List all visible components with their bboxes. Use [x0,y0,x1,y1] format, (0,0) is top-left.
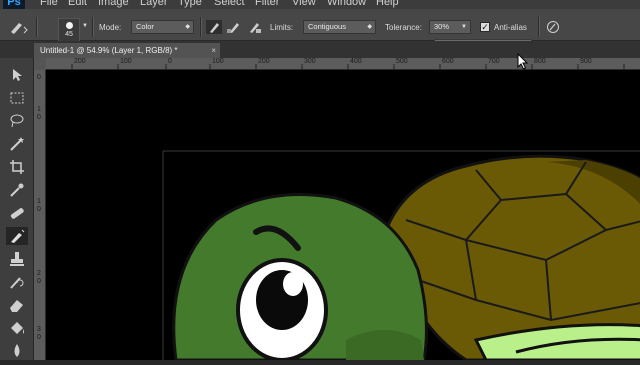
mode-value: Color [136,22,154,31]
magic-wand-icon [10,137,24,151]
ruler-ticks [71,64,625,70]
crop-icon [10,160,24,174]
tolerance-label: Tolerance: [385,23,422,32]
ruler-label: 3 [37,326,41,333]
tools-panel [0,58,34,360]
chevron-down-icon: ▼ [461,24,467,30]
drop-icon [14,344,20,357]
paint-bucket-icon [11,322,24,334]
pressure-size-icon[interactable] [545,20,561,34]
menu-edit[interactable]: Edit [68,0,87,9]
limits-dropdown[interactable]: Contiguous ◆ [303,20,376,34]
menu-image[interactable]: Image [98,0,129,9]
document-tab[interactable]: Untitled-1 @ 54.9% (Layer 1, RGB/8) * × [34,43,220,58]
ruler-label: 0 [37,334,41,341]
eraser-tool[interactable] [6,296,28,314]
move-icon [13,69,22,81]
menu-help[interactable]: Help [376,0,399,9]
stamp-icon [10,252,24,266]
move-tool[interactable] [6,66,28,84]
quick-selection-tool[interactable] [6,135,28,153]
canvas[interactable] [46,70,640,360]
limits-label: Limits: [270,23,294,32]
menu-window[interactable]: Window [327,0,366,9]
ruler-label: 0 [37,114,41,121]
sampling-background-swatch-icon[interactable] [246,20,262,34]
antialias-label: Anti-alias [494,23,527,32]
sampling-once-icon[interactable] [226,20,242,34]
ruler-label: 2 [37,270,41,277]
marquee-tool[interactable] [6,89,28,107]
menu-layer[interactable]: Layer [140,0,168,9]
sampling-continuous-icon[interactable] [206,20,222,34]
tolerance-value: 30% [434,22,450,31]
tolerance-input[interactable]: 30% ▼ [429,20,471,34]
photoshop-logo: Ps [3,0,25,9]
eraser-icon [10,300,23,312]
options-bar: 45 ▼ Mode: Color ◆ Limits: Contiguous ◆ … [0,9,640,42]
paint-bucket-tool[interactable] [6,319,28,337]
brush-picker-arrow-icon[interactable]: ▼ [82,23,88,29]
eyedropper-tool[interactable] [6,181,28,199]
clone-stamp-tool[interactable] [6,250,28,268]
chevron-down-icon: ◆ [367,24,372,30]
color-replacement-tool-icon[interactable] [8,19,30,35]
brush-size-value: 45 [65,31,73,38]
ruler-label: 0 [37,206,41,213]
mouse-cursor-icon [517,53,529,70]
menu-filter[interactable]: Filter [255,0,279,9]
close-icon[interactable]: × [211,43,216,58]
ruler-origin[interactable] [34,58,46,70]
turtle-head [172,193,428,360]
bandage-icon [10,208,24,219]
menu-type[interactable]: Type [178,0,202,9]
turtle-illustration [162,150,640,360]
healing-brush-tool[interactable] [6,204,28,222]
document-tab-title: Untitled-1 @ 54.9% (Layer 1, RGB/8) * [40,46,178,55]
menu-select[interactable]: Select [214,0,245,9]
crop-tool[interactable] [6,158,28,176]
horizontal-ruler[interactable]: 200 100 0 100 200 300 400 500 600 700 80… [46,58,640,70]
menu-file[interactable]: File [40,0,58,9]
limits-value: Contiguous [308,22,346,31]
brush-tool[interactable] [6,227,28,245]
rectangle-marquee-icon [10,92,24,104]
ruler-label: 1 [37,106,41,113]
chevron-down-icon: ◆ [185,24,190,30]
menu-view[interactable]: View [292,0,316,9]
mode-dropdown[interactable]: Color ◆ [131,20,194,34]
color-replacement-brush-icon [11,229,25,243]
antialias-checkbox[interactable]: ✓ [480,22,490,32]
document-tab-bar: Untitled-1 @ 54.9% (Layer 1, RGB/8) * × [0,41,640,58]
history-brush-icon [10,277,24,289]
ruler-label: 0 [37,74,41,81]
menu-bar: Ps File Edit Image Layer Type Select Fil… [0,0,640,9]
brush-dot-icon [66,22,73,29]
brush-preset-picker[interactable]: 45 [58,18,80,42]
vertical-ruler[interactable]: 0 1 0 1 0 2 0 3 0 [34,70,46,360]
mode-label: Mode: [99,23,122,32]
ruler-label: 0 [37,278,41,285]
history-brush-tool[interactable] [6,273,28,291]
blur-tool[interactable] [6,342,28,360]
lasso-icon [10,114,24,128]
ruler-label: 1 [37,198,41,205]
lasso-tool[interactable] [6,112,28,130]
eyedropper-icon [10,183,24,197]
